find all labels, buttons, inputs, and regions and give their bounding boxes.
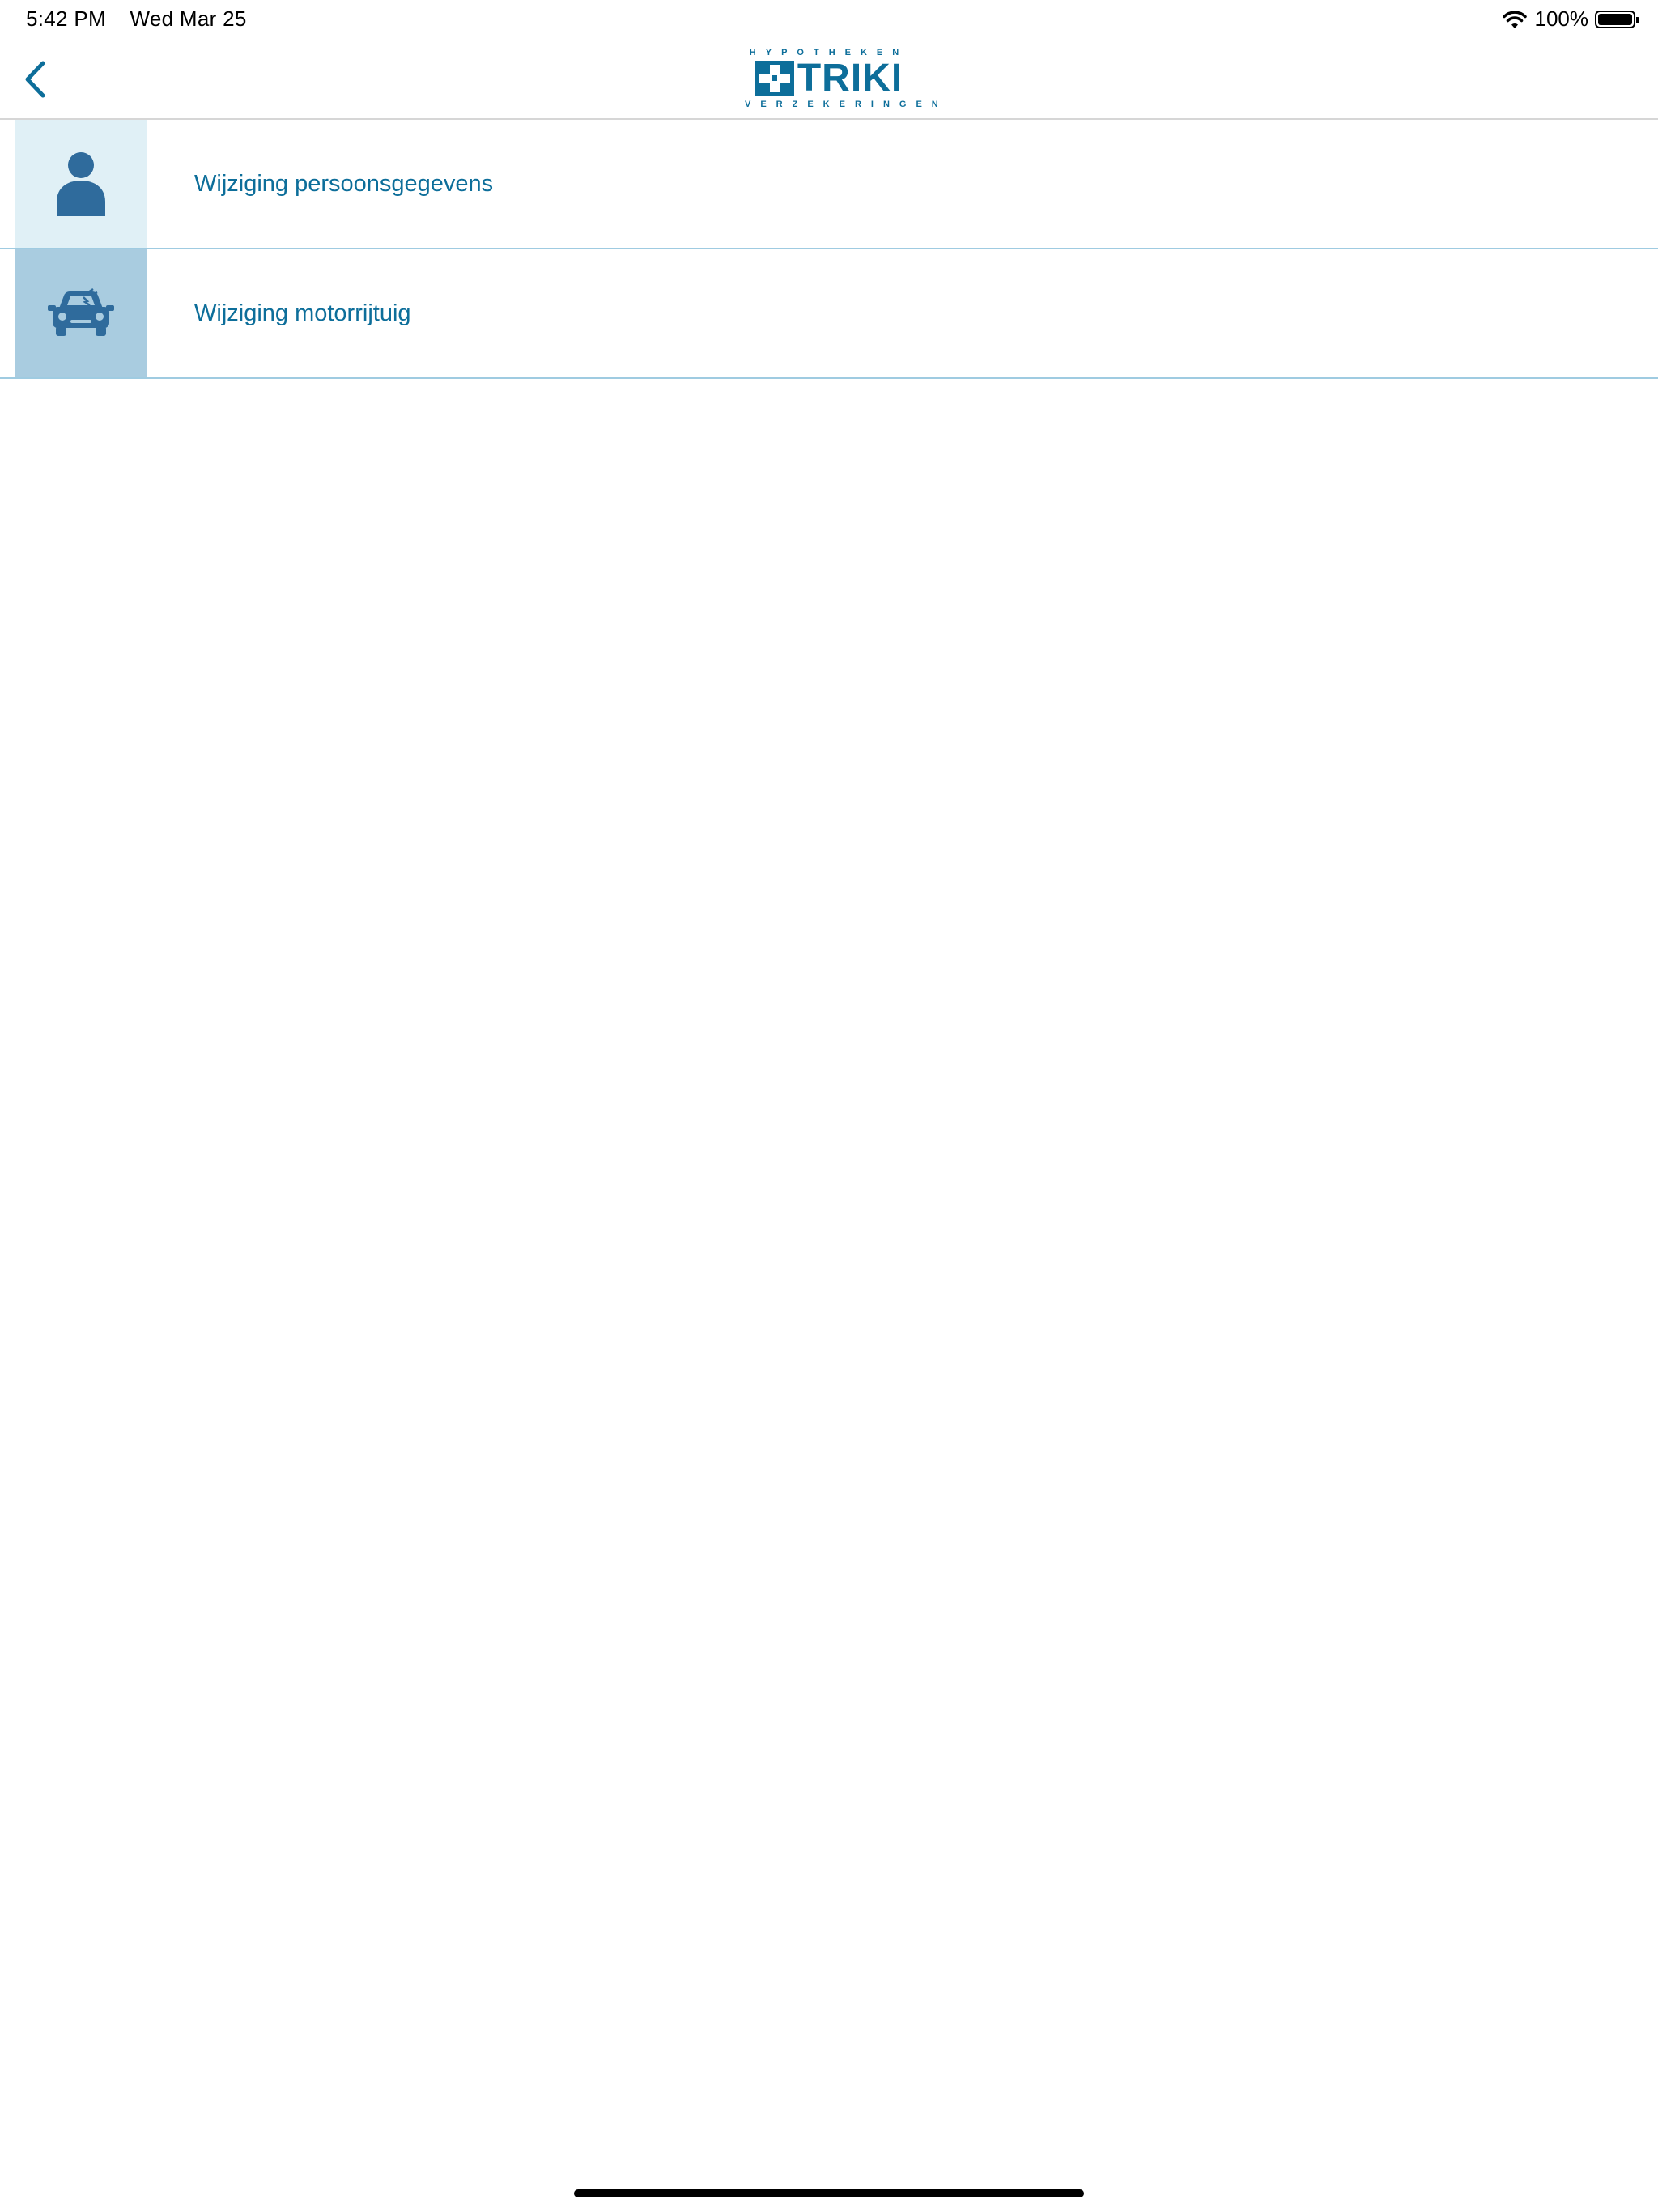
back-button[interactable] [15, 55, 55, 104]
battery-fill [1598, 13, 1632, 25]
triki-logo: HYPOTHEKEN TRIKI VERZEKERINGEN [745, 47, 948, 112]
menu-item-label: Wijziging persoonsgegevens [194, 171, 494, 197]
menu-tile [15, 120, 147, 248]
car-damage-icon [48, 287, 114, 336]
status-left: 5:42 PM Wed Mar 25 [26, 6, 247, 32]
status-date: Wed Mar 25 [130, 6, 247, 31]
menu-item-personal-details[interactable]: Wijziging persoonsgegevens [0, 120, 1658, 249]
menu-tile [15, 249, 147, 377]
house-cross-icon [755, 61, 794, 96]
battery-icon [1595, 10, 1639, 28]
menu-item-vehicle[interactable]: Wijziging motorrijtuig [0, 249, 1658, 379]
menu-list: Wijziging persoonsgegevens Wijziging mot… [0, 120, 1658, 379]
status-bar: 5:42 PM Wed Mar 25 100% [0, 0, 1658, 39]
wifi-icon [1502, 10, 1527, 28]
status-right: 100% [1501, 6, 1639, 32]
home-indicator[interactable] [574, 2189, 1084, 2197]
status-time: 5:42 PM [26, 6, 106, 31]
person-icon [57, 152, 105, 216]
menu-item-label: Wijziging motorrijtuig [194, 300, 411, 326]
logo-word: TRIKI [797, 57, 903, 100]
nav-bar: HYPOTHEKEN TRIKI VERZEKERINGEN [0, 39, 1658, 120]
battery-percent: 100% [1534, 6, 1589, 31]
chevron-left-icon [25, 61, 45, 98]
logo-bottom-text: VERZEKERINGEN [745, 100, 948, 109]
logo-mid: TRIKI [745, 58, 913, 99]
